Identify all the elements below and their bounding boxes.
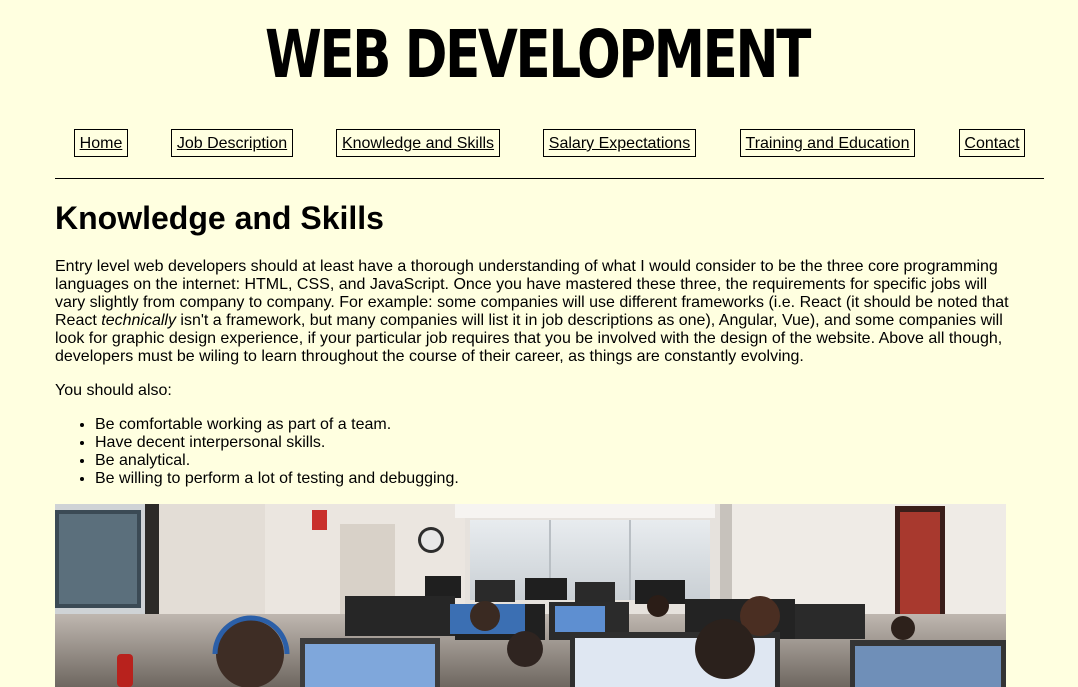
page-heading: Knowledge and Skills xyxy=(55,200,384,236)
header-divider xyxy=(55,178,1044,179)
nav-link-contact[interactable]: Contact xyxy=(959,129,1025,157)
nav-link-job-description[interactable]: Job Description xyxy=(171,129,293,157)
also-label: You should also: xyxy=(55,382,172,399)
nav-link-home[interactable]: Home xyxy=(74,129,128,157)
office-photo xyxy=(55,504,1006,687)
main-nav: Home Job Description Knowledge and Skill… xyxy=(0,129,1078,159)
intro-text-after: isn't a framework, but many companies wi… xyxy=(55,312,1003,365)
intro-paragraph: Entry level web developers should at lea… xyxy=(55,258,1015,366)
intro-emphasis: technically xyxy=(101,312,176,329)
skills-list: Be comfortable working as part of a team… xyxy=(55,416,459,488)
site-title: WEB DEVELOPMENT xyxy=(265,16,811,93)
nav-link-knowledge-and-skills[interactable]: Knowledge and Skills xyxy=(336,129,500,157)
list-item: Be analytical. xyxy=(95,452,459,470)
nav-link-training-and-education[interactable]: Training and Education xyxy=(740,129,915,157)
list-item: Have decent interpersonal skills. xyxy=(95,434,459,452)
nav-link-salary-expectations[interactable]: Salary Expectations xyxy=(543,129,696,157)
list-item: Be willing to perform a lot of testing a… xyxy=(95,470,459,488)
office-photo-illustration xyxy=(55,504,1006,687)
list-item: Be comfortable working as part of a team… xyxy=(95,416,459,434)
